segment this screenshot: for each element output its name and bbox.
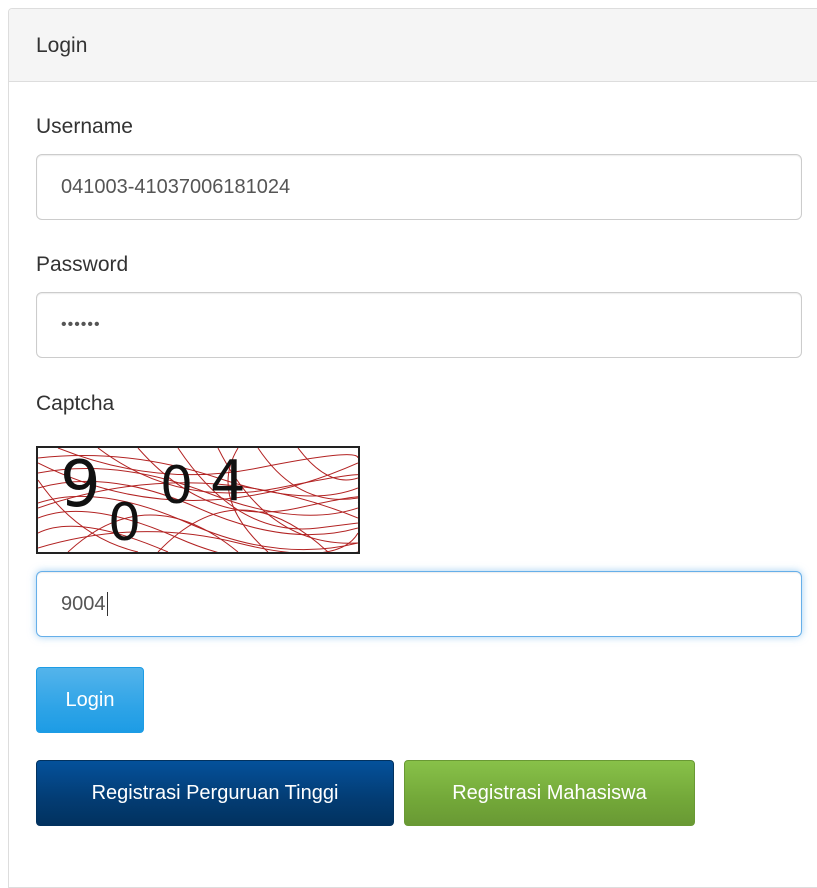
captcha-input[interactable]: 9004 — [36, 571, 802, 637]
password-input[interactable]: •••••• — [36, 292, 802, 358]
captcha-image: 9 0 0 4 — [36, 446, 360, 554]
captcha-char-3: 0 — [160, 456, 193, 516]
captcha-input-value: 9004 — [61, 592, 106, 615]
username-input[interactable]: 041003-41037006181024 — [36, 154, 802, 220]
password-label: Password — [36, 253, 129, 276]
text-caret — [106, 592, 108, 616]
register-institution-button[interactable]: Registrasi Perguruan Tinggi — [36, 760, 394, 826]
captcha-noise-lines: 9 0 0 4 — [38, 448, 358, 552]
captcha-label: Captcha — [36, 392, 115, 415]
login-panel: Login Username 041003-41037006181024 Pas… — [8, 8, 817, 888]
username-value: 041003-41037006181024 — [61, 175, 291, 198]
captcha-char-4: 4 — [210, 449, 246, 514]
panel-heading: Login — [9, 9, 817, 82]
username-label: Username — [36, 115, 133, 138]
panel-title: Login — [36, 34, 88, 57]
register-student-button[interactable]: Registrasi Mahasiswa — [404, 760, 695, 826]
password-mask: •••••• — [61, 316, 101, 333]
captcha-char-1: 9 — [60, 448, 101, 522]
login-button[interactable]: Login — [36, 667, 144, 733]
captcha-char-2: 0 — [108, 493, 141, 552]
